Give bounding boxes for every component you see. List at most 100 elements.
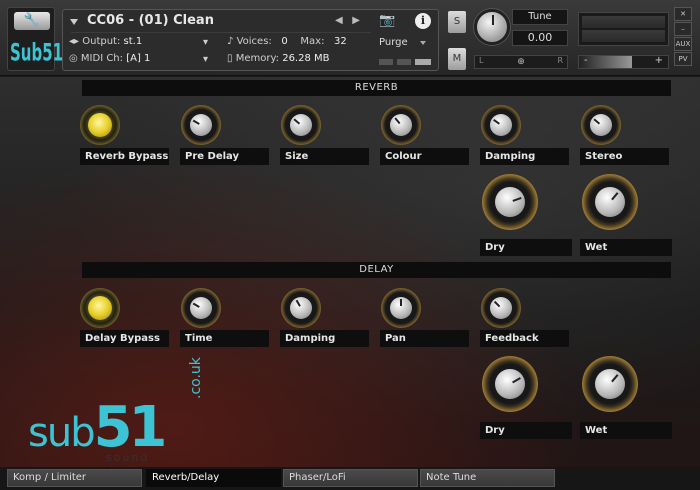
knob-cap	[390, 297, 412, 319]
tab-bar: Komp / Limiter Reverb/Delay Phaser/LoFi …	[0, 467, 700, 490]
wrench-icon[interactable]: 🔧	[14, 12, 50, 30]
memory-value: 26.28 MB	[282, 53, 330, 64]
knob-indicator	[593, 118, 601, 125]
delay-pan-label: Pan	[380, 330, 469, 347]
knob-cap	[595, 369, 625, 399]
voices-label: Voices:	[236, 36, 272, 47]
tune-knob[interactable]	[474, 9, 510, 45]
delay-feedback-label: Feedback	[480, 330, 569, 347]
reverb-dry-label: Dry	[480, 239, 572, 256]
reverb-wet-knob[interactable]	[582, 174, 638, 230]
knob-cap	[495, 187, 525, 217]
tab-note-tune[interactable]: Note Tune	[420, 469, 555, 487]
reverb-damping-label: Damping	[480, 148, 569, 165]
knob-indicator	[493, 119, 500, 125]
close-icon[interactable]: ✕	[674, 7, 692, 21]
purge-menu[interactable]: Purge	[379, 37, 408, 48]
level-meter-right	[582, 30, 665, 42]
tab-komp-limiter[interactable]: Komp / Limiter	[7, 469, 142, 487]
knob-cap	[190, 297, 212, 319]
knob-cap	[390, 114, 412, 136]
knob-indicator	[192, 119, 200, 125]
knob-indicator	[512, 196, 522, 202]
prev-next-arrows[interactable]: ◀ ▶	[335, 15, 360, 26]
midi-row: ◎ MIDI Ch: [A] 1	[69, 53, 150, 64]
pv-button[interactable]: PV	[674, 52, 692, 66]
output-value[interactable]: st.1	[124, 36, 143, 47]
output-dropdown-icon[interactable]: ▾	[203, 37, 208, 48]
voices-icon: ♪	[227, 36, 234, 47]
sub51-brand-logo: sub51 .co.uk sound design	[28, 357, 204, 477]
brand-sub-text: sub	[28, 410, 96, 456]
max-voices-value[interactable]: 32	[334, 36, 347, 47]
reverb-dry-knob[interactable]	[482, 174, 538, 230]
reverb-size-knob[interactable]	[281, 105, 321, 145]
midi-dropdown-icon[interactable]: ▾	[203, 54, 208, 65]
delay-dry-label: Dry	[480, 422, 572, 439]
delay-damping-label: Damping	[280, 330, 369, 347]
tune-knob-indicator	[492, 15, 494, 25]
logo-panel: 🔧 Sub51	[7, 7, 63, 71]
delay-time-knob[interactable]	[181, 288, 221, 328]
knob-cap	[290, 297, 312, 319]
knob-cap	[190, 114, 212, 136]
delay-section-title: DELAY	[82, 262, 671, 278]
knob-indicator	[295, 299, 301, 307]
camera-icon[interactable]: 📷	[379, 13, 399, 29]
delay-wet-label: Wet	[580, 422, 672, 439]
knob-cap	[595, 187, 625, 217]
delay-wet-knob[interactable]	[582, 356, 638, 412]
reverb-damping-knob[interactable]	[481, 105, 521, 145]
instrument-name[interactable]: CC06 - (01) Clean	[87, 13, 214, 28]
instrument-panel: CC06 - (01) Clean ◀ ▶ 📷 i ◂▸ Output: st.…	[62, 9, 439, 71]
output-row: ◂▸ Output: st.1	[69, 36, 142, 47]
effects-panel: REVERB Reverb Bypass Pre Delay Size Colo…	[0, 77, 700, 477]
reverb-bypass-toggle[interactable]	[80, 105, 120, 145]
level-meter-left	[582, 16, 665, 28]
delay-time-label: Time	[180, 330, 269, 347]
delay-damping-knob[interactable]	[281, 288, 321, 328]
cpu-meter	[379, 59, 393, 65]
pan-left-label: L	[479, 56, 484, 65]
output-label: Output:	[82, 36, 121, 47]
delay-dry-knob[interactable]	[482, 356, 538, 412]
pan-handle-icon[interactable]: ⊕	[515, 57, 527, 67]
knob-cap	[490, 114, 512, 136]
tab-phaser-lofi[interactable]: Phaser/LoFi	[283, 469, 418, 487]
knob-indicator	[493, 300, 501, 308]
reverb-colour-label: Colour	[380, 148, 469, 165]
solo-button[interactable]: S	[448, 11, 466, 33]
led-light-icon	[88, 113, 112, 137]
mute-button[interactable]: M	[448, 48, 466, 70]
pan-slider[interactable]: L ⊕ R	[474, 55, 568, 69]
delay-feedback-knob[interactable]	[481, 288, 521, 328]
delay-bypass-toggle[interactable]	[80, 288, 120, 328]
tune-label: Tune	[512, 9, 568, 25]
midi-channel-value[interactable]: [A] 1	[126, 53, 150, 64]
info-icon[interactable]: i	[415, 13, 431, 29]
knob-cap	[490, 297, 512, 319]
max-label: Max:	[300, 36, 325, 47]
brand-domain-text: .co.uk	[188, 357, 204, 399]
reverb-pre-delay-knob[interactable]	[181, 105, 221, 145]
knob-cap	[495, 369, 525, 399]
delay-pan-knob[interactable]	[381, 288, 421, 328]
midi-icon: ◎	[69, 53, 78, 64]
knob-indicator	[192, 302, 200, 308]
aux-button[interactable]: AUX	[674, 37, 692, 51]
reverb-colour-knob[interactable]	[381, 105, 421, 145]
tune-value[interactable]: 0.00	[512, 30, 568, 46]
volume-slider[interactable]: - +	[578, 55, 669, 69]
memory-icon: ▯	[227, 53, 233, 64]
voices-row: ♪ Voices: 0 Max: 32	[227, 36, 347, 47]
purge-dropdown-icon[interactable]	[420, 41, 426, 45]
knob-cap	[590, 114, 612, 136]
led-light-icon	[88, 296, 112, 320]
divider	[71, 32, 371, 33]
tab-reverb-delay[interactable]: Reverb/Delay	[146, 469, 281, 487]
pan-right-label: R	[557, 56, 563, 65]
collapse-triangle-icon[interactable]	[70, 19, 78, 25]
reverb-pre-delay-label: Pre Delay	[180, 148, 269, 165]
minimize-icon[interactable]: –	[674, 22, 692, 36]
reverb-stereo-knob[interactable]	[581, 105, 621, 145]
